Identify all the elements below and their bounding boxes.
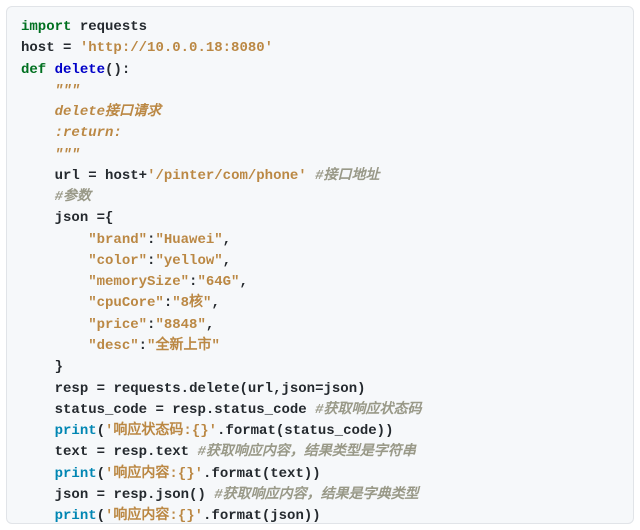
token-string: 'http://10.0.0.18:8080' [80,40,273,56]
token-op: . [206,402,214,418]
token-op: + [139,168,147,184]
token-op: : [164,295,172,311]
token-string: "price" [88,317,147,333]
token-builtin: print [55,466,97,482]
token-name: json [55,487,89,503]
token-name: status_code [55,402,147,418]
token-op: , [206,317,214,333]
token-string: "8848" [155,317,205,333]
token-op: = [63,40,71,56]
token-op: : [139,338,147,354]
token-string: "64G" [197,274,239,290]
token-op: = [97,487,105,503]
token-docstring: """ [55,147,80,163]
token-string: "8核" [172,295,211,311]
token-op: . [181,381,189,397]
token-op: = [97,381,105,397]
token-name: json() [155,487,205,503]
token-string: '/pinter/com/phone' [147,168,307,184]
code-content: import requests host = 'http://10.0.0.18… [21,17,619,524]
token-name: resp [113,444,147,460]
token-funcdef: delete [55,62,105,78]
token-docstring: """ [55,83,80,99]
token-keyword: def [21,62,46,78]
token-string: "yellow" [155,253,222,269]
token-docstring: :return: [55,125,122,141]
token-name: delete(url,json [189,381,315,397]
token-comment: #接口地址 [315,168,379,184]
token-string: '响应状态码:{}' [105,423,217,439]
token-comment: #参数 [55,189,91,205]
token-name: requests [80,19,147,35]
token-name: url [55,168,80,184]
token-name: text [55,444,89,460]
token-op: } [55,359,63,375]
token-string: "memorySize" [88,274,189,290]
token-builtin: print [55,508,97,524]
token-op: = [88,168,96,184]
token-name: resp [55,381,89,397]
token-name: .format(json)) [203,508,321,524]
token-name: status_code [214,402,306,418]
token-string: "Huawei" [155,232,222,248]
token-string: "全新上市" [147,338,220,354]
token-name: text [155,444,189,460]
token-comment: #获取响应内容，结果类型是字符串 [197,444,415,460]
token-builtin: print [55,423,97,439]
token-name: json) [324,381,366,397]
token-op: = [315,381,323,397]
token-name: json [55,210,89,226]
token-op: (): [105,62,130,78]
token-string: "brand" [88,232,147,248]
token-string: '响应内容:{}' [105,508,203,524]
token-op: = [155,402,163,418]
token-name: .format(status_code)) [217,423,393,439]
token-op: , [239,274,247,290]
token-op: , [223,253,231,269]
token-comment: #获取响应内容，结果是字典类型 [214,487,418,503]
token-name: resp [113,487,147,503]
token-name: .format(text)) [203,466,321,482]
token-name: host [105,168,139,184]
token-name: host [21,40,55,56]
token-name: resp [172,402,206,418]
token-name: requests [113,381,180,397]
token-docstring: delete接口请求 [55,104,161,120]
code-block: import requests host = 'http://10.0.0.18… [6,6,634,524]
token-string: "desc" [88,338,138,354]
token-op: = [97,444,105,460]
token-string: "cpuCore" [88,295,164,311]
token-keyword: import [21,19,71,35]
token-string: '响应内容:{}' [105,466,203,482]
token-string: "color" [88,253,147,269]
token-op: , [223,232,231,248]
token-comment: #获取响应状态码 [315,402,421,418]
token-op: ={ [97,210,114,226]
token-op: , [211,295,219,311]
